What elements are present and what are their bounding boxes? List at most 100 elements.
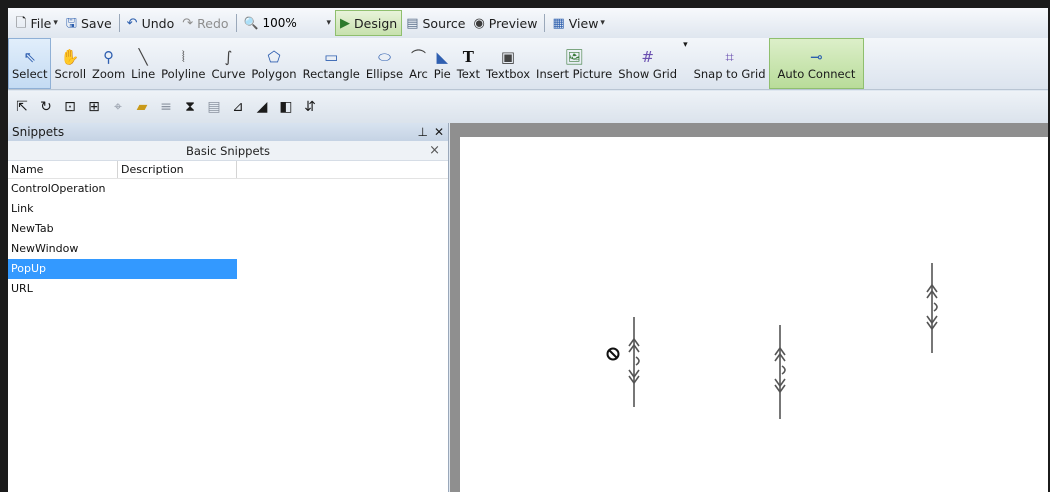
column-header-description[interactable]: Description [118, 161, 237, 178]
polygon-tool[interactable]: ⬠ Polygon [248, 38, 299, 89]
curve-tool[interactable]: ∫ Curve [208, 38, 248, 89]
fill-icon[interactable]: ▰ [130, 96, 154, 118]
shape-icon[interactable]: ◧ [274, 96, 298, 118]
file-menu[interactable]: 🗋 File ▾ [12, 10, 62, 36]
picture-icon: 🖼 [564, 47, 584, 66]
design-label: Design [354, 15, 398, 31]
preview-tab[interactable]: ◉ Preview [469, 10, 541, 36]
source-tab[interactable]: ▤ Source [402, 10, 469, 36]
snippets-panel-header: Snippets ⊥ ✕ [8, 123, 448, 141]
column-header-name[interactable]: Name [8, 161, 118, 178]
source-icon: ▤ [406, 15, 419, 31]
grid-icon: # [641, 47, 654, 66]
text-icon: T [462, 47, 474, 66]
undo-button[interactable]: ↶ Undo [123, 10, 179, 36]
tool-label: Show Grid [618, 66, 678, 81]
tool-label: Rectangle [302, 66, 360, 81]
layer-icon[interactable]: ▤ [202, 96, 226, 118]
line-tool[interactable]: ╲ Line [128, 38, 158, 89]
list-item[interactable]: Link [8, 199, 237, 219]
show-grid-dropdown[interactable]: ▾ [680, 38, 691, 89]
view-menu[interactable]: ▦ View ▾ [548, 10, 609, 36]
connector-shape[interactable] [628, 317, 640, 407]
ellipse-icon: ⬭ [378, 47, 391, 66]
snap-grid-icon: ⌗ [725, 47, 734, 66]
textbox-icon: ▣ [500, 47, 516, 66]
tool-label: Textbox [486, 66, 531, 81]
alignment-toolbar: ⇱ ↻ ⊡ ⊞ ⌖ ▰ ≡ ⧗ ▤ ⊿ ◢ ◧ ⇵ [8, 91, 1048, 123]
tool-label: Zoom [92, 66, 126, 81]
save-icon: 🖫 [65, 15, 77, 31]
tool-label: Auto Connect [777, 66, 856, 81]
toolbar-separator [235, 14, 237, 32]
arc-icon: ⌒ [410, 47, 426, 66]
line-style-icon[interactable]: ≡ [154, 96, 178, 118]
ungroup-icon[interactable]: ⊞ [82, 96, 106, 118]
text-tool[interactable]: T Text [454, 38, 483, 89]
zoom-select[interactable]: 🔍 100% ▾ [240, 12, 335, 34]
snap-to-grid-tool[interactable]: ⌗ Snap to Grid [691, 38, 769, 89]
chevron-down-icon: ▾ [683, 40, 688, 50]
file-label: File [30, 15, 52, 31]
tool-label: Arc [409, 66, 428, 81]
rotate-icon[interactable]: ↻ [34, 96, 58, 118]
connector-icon[interactable]: ⇵ [298, 96, 322, 118]
pin-icon[interactable]: ⊥ [417, 125, 427, 139]
toolbar-separator [544, 14, 546, 32]
auto-connect-tool[interactable]: ⊸ Auto Connect [768, 38, 865, 89]
close-group-icon[interactable]: × [429, 143, 440, 158]
design-canvas[interactable] [460, 137, 1048, 492]
design-area [450, 123, 1048, 492]
toolbar-separator [118, 14, 120, 32]
tool-label: Polygon [251, 66, 297, 81]
hand-icon: ✋ [60, 47, 80, 66]
list-item[interactable]: NewTab [8, 219, 237, 239]
pie-tool[interactable]: ◣ Pie [431, 38, 454, 89]
list-item-selected[interactable]: PopUp [8, 259, 237, 279]
shadow-icon[interactable]: ◢ [250, 96, 274, 118]
arc-tool[interactable]: ⌒ Arc [406, 38, 431, 89]
rectangle-icon: ▭ [324, 47, 339, 66]
connector-shape[interactable] [926, 263, 938, 353]
select-tool[interactable]: ⇖ Select [8, 38, 52, 89]
flip-icon[interactable]: ⧗ [178, 96, 202, 118]
snippets-panel: Snippets ⊥ ✕ Basic Snippets × Name Descr… [8, 123, 449, 492]
save-label: Save [80, 15, 112, 31]
file-icon: 🗋 [16, 15, 27, 31]
snippets-list: ControlOperation Link NewTab NewWindow P… [8, 179, 448, 299]
rectangle-tool[interactable]: ▭ Rectangle [300, 38, 363, 89]
window-frame: 🗋 File ▾ 🖫 Save ↶ Undo ↷ Redo 🔍 100% ▾ ▶… [0, 0, 1050, 492]
insert-picture-tool[interactable]: 🖼 Insert Picture [533, 38, 615, 89]
group-title: Basic Snippets [185, 143, 271, 158]
chevron-down-icon: ▾ [600, 18, 605, 28]
line-icon: ╲ [138, 47, 148, 66]
main-toolbar: 🗋 File ▾ 🖫 Save ↶ Undo ↷ Redo 🔍 100% ▾ ▶… [8, 8, 1048, 38]
tool-label: Scroll [54, 66, 87, 81]
chevron-down-icon: ▾ [53, 18, 58, 28]
tool-label: Line [131, 66, 156, 81]
bring-front-icon[interactable]: ⇱ [10, 96, 34, 118]
redo-button[interactable]: ↷ Redo [178, 10, 232, 36]
view-icon: ▦ [552, 15, 565, 31]
list-item[interactable]: URL [8, 279, 237, 299]
redo-label: Redo [197, 15, 229, 31]
align-icon[interactable]: ⌖ [106, 96, 130, 118]
snippets-column-headers: Name Description [8, 161, 448, 179]
distribute-icon[interactable]: ⊿ [226, 96, 250, 118]
scroll-tool[interactable]: ✋ Scroll [51, 38, 89, 89]
ellipse-tool[interactable]: ⬭ Ellipse [363, 38, 406, 89]
list-item[interactable]: NewWindow [8, 239, 237, 259]
save-button[interactable]: 🖫 Save [62, 10, 116, 36]
polyline-icon: ⦚ [181, 47, 185, 66]
textbox-tool[interactable]: ▣ Textbox [483, 38, 533, 89]
undo-label: Undo [141, 15, 175, 31]
design-tab[interactable]: ▶ Design [335, 10, 403, 36]
pointer-arrow-icon: ⇖ [23, 47, 37, 66]
group-icon[interactable]: ⊡ [58, 96, 82, 118]
zoom-tool[interactable]: ⚲ Zoom [89, 38, 128, 89]
polyline-tool[interactable]: ⦚ Polyline [158, 38, 208, 89]
connector-shape[interactable] [774, 325, 786, 419]
close-icon[interactable]: ✕ [434, 125, 444, 139]
list-item[interactable]: ControlOperation [8, 179, 237, 199]
show-grid-tool[interactable]: # Show Grid [615, 38, 680, 89]
